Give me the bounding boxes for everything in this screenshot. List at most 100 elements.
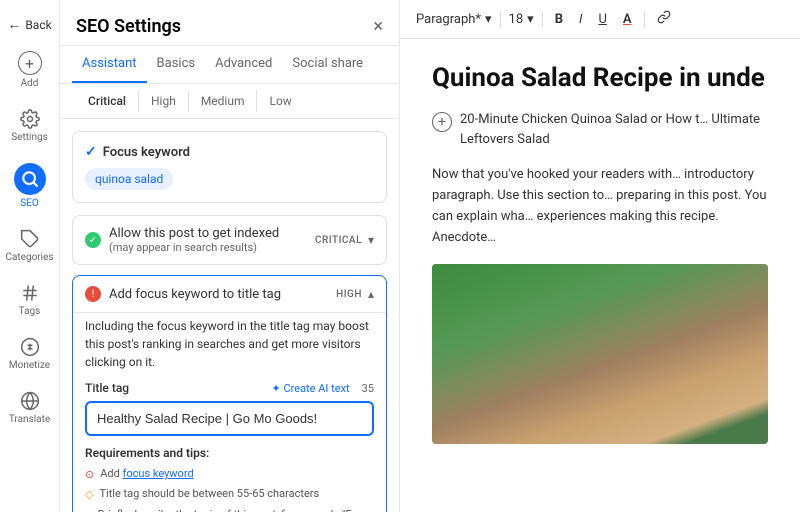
link-button[interactable] xyxy=(653,8,675,30)
link-icon xyxy=(657,10,671,24)
priority-tabs: Critical High Medium Low xyxy=(60,84,399,119)
seo-panel: SEO Settings × Assistant Basics Advanced… xyxy=(60,0,400,512)
editor-title[interactable]: Quinoa Salad Recipe in unde xyxy=(432,63,768,94)
panel-content: ✓ Focus keyword quinoa salad ✓ Allow thi… xyxy=(60,119,399,512)
seo-item-title-tag-header: ! Add focus keyword to title tag HIGH ▴ xyxy=(73,276,386,312)
title-tag-row: Title tag ✦ Create AI text 35 xyxy=(85,381,374,395)
status-red-icon: ! xyxy=(85,286,101,302)
tab-assistant[interactable]: Assistant xyxy=(72,46,147,83)
text-color-label: A xyxy=(623,12,632,27)
paragraph-select[interactable]: Paragraph* ▾ xyxy=(416,12,492,27)
seo-item-index-left: ✓ Allow this post to get indexed (may ap… xyxy=(85,226,279,254)
expanded-description: Including the focus keyword in the title… xyxy=(85,317,374,371)
font-size-select[interactable]: 18 ▾ xyxy=(509,12,534,27)
priority-tab-low[interactable]: Low xyxy=(257,90,303,112)
panel-tabs: Assistant Basics Advanced Social share xyxy=(60,46,399,84)
paragraph-label: Paragraph* xyxy=(416,12,481,27)
sidebar-item-label: Monetize xyxy=(9,360,50,371)
toolbar-separator xyxy=(500,11,501,27)
chevron-down-icon[interactable]: ▾ xyxy=(368,233,374,247)
bold-button[interactable]: B xyxy=(551,10,567,29)
editor-image xyxy=(432,264,768,444)
toolbar-separator-2 xyxy=(542,11,543,27)
close-button[interactable]: × xyxy=(373,18,383,36)
focus-keyword-label: ✓ Focus keyword xyxy=(85,144,374,160)
sidebar-item-label: Tags xyxy=(19,306,41,317)
char-count: 35 xyxy=(362,382,374,395)
paragraph-chevron: ▾ xyxy=(485,12,492,27)
title-tag-label: Title tag xyxy=(85,381,129,395)
sidebar-item-label: Settings xyxy=(11,132,48,143)
seo-item-subtext: (may appear in search results) xyxy=(109,241,279,254)
toolbar-separator-3 xyxy=(644,11,645,27)
seo-item-index: ✓ Allow this post to get indexed (may ap… xyxy=(72,215,387,265)
tag-icon xyxy=(20,229,40,249)
status-green-icon: ✓ xyxy=(85,232,101,248)
focus-keyword-link[interactable]: focus keyword xyxy=(123,467,194,480)
gear-icon xyxy=(20,109,40,129)
panel-title: SEO Settings xyxy=(76,16,181,37)
priority-badge: HIGH xyxy=(336,289,362,300)
checkmark-icon: ✓ xyxy=(85,144,97,160)
dollar-icon xyxy=(20,337,40,357)
req-item-1: ◇ Title tag should be between 55-65 char… xyxy=(85,486,374,502)
editor-paragraph[interactable]: Now that you've hooked your readers with… xyxy=(432,165,768,248)
sidebar-item-label: Add xyxy=(21,78,39,89)
keyword-tag[interactable]: quinoa salad xyxy=(85,168,173,190)
editor-content: Quinoa Salad Recipe in unde + 20-Minute … xyxy=(400,39,800,512)
priority-tab-critical[interactable]: Critical xyxy=(76,90,139,112)
back-label: Back xyxy=(25,18,51,32)
sidebar-item-seo[interactable]: SEO xyxy=(0,155,59,217)
requirements-title: Requirements and tips: xyxy=(85,446,374,460)
seo-icon xyxy=(14,163,46,195)
tab-advanced[interactable]: Advanced xyxy=(205,46,282,83)
seo-item-title-tag-left: ! Add focus keyword to title tag xyxy=(85,286,281,302)
tab-basics[interactable]: Basics xyxy=(147,46,206,83)
globe-icon xyxy=(20,391,40,411)
italic-button[interactable]: I xyxy=(575,10,586,29)
sidebar-item-tags[interactable]: Tags xyxy=(0,275,59,325)
editor-area: Paragraph* ▾ 18 ▾ B I U A Quinoa Salad R… xyxy=(400,0,800,512)
back-button[interactable]: ← Back xyxy=(0,10,59,39)
sidebar-item-label: SEO xyxy=(20,198,39,209)
sidebar-item-translate[interactable]: Translate xyxy=(0,383,59,433)
info-icon: ○ xyxy=(85,508,92,512)
diamond-icon: ◇ xyxy=(85,487,93,502)
sidebar-item-label: Categories xyxy=(5,252,53,263)
seo-item-index-right: CRITICAL ▾ xyxy=(315,233,374,247)
sidebar-item-monetize[interactable]: Monetize xyxy=(0,329,59,379)
priority-tab-medium[interactable]: Medium xyxy=(189,90,258,112)
font-size-value: 18 xyxy=(509,12,524,27)
sidebar-item-settings[interactable]: Settings xyxy=(0,101,59,151)
add-suggestion-button[interactable]: + xyxy=(432,112,452,132)
sidebar-item-categories[interactable]: Categories xyxy=(0,221,59,271)
priority-tab-high[interactable]: High xyxy=(139,90,189,112)
req-item-0: ⊙ Add focus keyword xyxy=(85,466,374,482)
seo-item-text: Allow this post to get indexed xyxy=(109,226,279,241)
sidebar-item-label: Translate xyxy=(9,414,50,425)
editor-toolbar: Paragraph* ▾ 18 ▾ B I U A xyxy=(400,0,800,39)
create-ai-text-button[interactable]: ✦ Create AI text xyxy=(272,382,350,395)
text-color-button[interactable]: A xyxy=(619,10,636,29)
seo-item-title-tag-right: HIGH ▴ xyxy=(336,287,374,301)
sidebar-item-add[interactable]: + Add xyxy=(0,43,59,97)
title-tag-input[interactable] xyxy=(85,401,374,436)
editor-suggestion: + 20-Minute Chicken Quinoa Salad or How … xyxy=(432,110,768,149)
seo-item-text: Add focus keyword to title tag xyxy=(109,287,281,302)
font-size-chevron: ▾ xyxy=(527,12,534,27)
plus-icon: + xyxy=(18,51,42,75)
priority-badge: CRITICAL xyxy=(315,235,362,246)
image-overlay xyxy=(432,264,768,444)
circle-icon: ⊙ xyxy=(85,467,94,482)
requirements-section: Requirements and tips: ⊙ Add focus keywo… xyxy=(85,446,374,512)
seo-item-expanded-body: Including the focus keyword in the title… xyxy=(73,312,386,512)
seo-item-title-tag: ! Add focus keyword to title tag HIGH ▴ … xyxy=(72,275,387,512)
hashtag-icon xyxy=(20,283,40,303)
back-arrow-icon: ← xyxy=(7,16,21,33)
req-item-2: ○ Briefly describe the topic of this pos… xyxy=(85,507,374,512)
panel-header: SEO Settings × xyxy=(60,0,399,46)
tab-social-share[interactable]: Social share xyxy=(282,46,373,83)
underline-button[interactable]: U xyxy=(594,10,610,29)
sidebar: ← Back + Add Settings SEO Categories Tag… xyxy=(0,0,60,512)
chevron-up-icon[interactable]: ▴ xyxy=(368,287,374,301)
